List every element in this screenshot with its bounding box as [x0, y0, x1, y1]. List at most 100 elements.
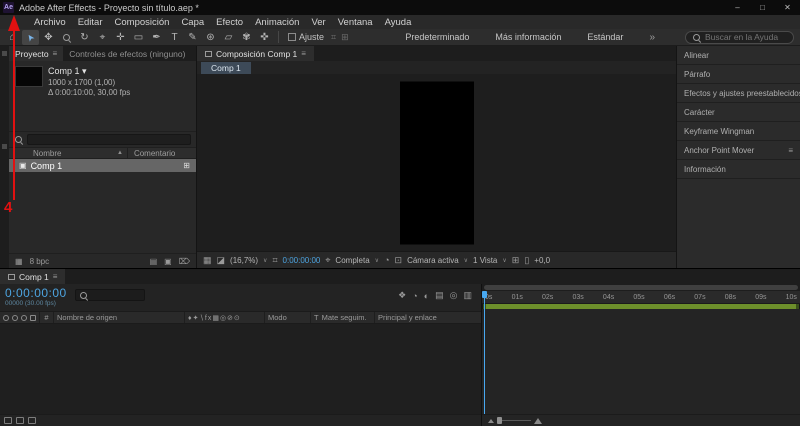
chevron-down-icon[interactable]: ▾	[82, 66, 87, 76]
fast-previews-icon[interactable]: ◔	[384, 255, 389, 265]
audio-icon[interactable]	[12, 314, 18, 321]
expand-transfer-controls-button[interactable]	[16, 417, 24, 424]
minimize-button[interactable]: –	[725, 0, 750, 15]
panel-caracter[interactable]: Carácter	[677, 103, 800, 122]
tab-composicion-comp1[interactable]: Composición Comp 1 ≡	[197, 46, 314, 61]
panel-efectos-y-ajustes[interactable]: Efectos y ajustes preestablecidos	[677, 84, 800, 103]
hand-tool-icon[interactable]: ✥	[40, 30, 57, 45]
expand-in-out-button[interactable]	[28, 417, 36, 424]
shape-tool-icon[interactable]: ▭	[130, 30, 147, 45]
menu-composicion[interactable]: Composición	[109, 17, 176, 28]
menu-efecto[interactable]: Efecto	[210, 17, 249, 28]
grid-guides-icon[interactable]: ⊞	[512, 255, 520, 266]
workspace-predeterminado[interactable]: Predeterminado	[405, 32, 469, 42]
menu-ayuda[interactable]: Ayuda	[379, 17, 418, 28]
menu-animacion[interactable]: Animación	[249, 17, 305, 28]
interpret-footage-icon[interactable]: ▦	[15, 257, 23, 266]
type-tool-icon[interactable]: T	[166, 30, 183, 45]
snap-checkbox[interactable]	[288, 33, 296, 41]
mini-flowchart-icon[interactable]: ❖	[398, 290, 406, 301]
brush-tool-icon[interactable]: ✎	[184, 30, 201, 45]
new-composition-icon[interactable]: ▣	[164, 257, 172, 266]
selection-tool-icon[interactable]: ➤	[22, 29, 39, 45]
chevron-down-icon[interactable]: ∨	[502, 257, 506, 264]
chevron-down-icon[interactable]: ∨	[375, 257, 379, 264]
solo-icon[interactable]	[21, 314, 27, 321]
column-mode[interactable]: Modo	[265, 312, 311, 323]
draft-3d-icon[interactable]: ◔	[412, 291, 417, 301]
timeline-tab-comp1[interactable]: Comp 1 ≡	[0, 269, 66, 284]
maximize-button[interactable]: □	[750, 0, 775, 15]
panel-menu-icon[interactable]: ≡	[53, 49, 58, 58]
project-color-depth[interactable]: 8 bpc	[30, 257, 50, 266]
zoom-level[interactable]: (16,7%)	[230, 256, 258, 265]
active-camera-select[interactable]: Cámara activa	[407, 256, 459, 265]
pixel-aspect-icon[interactable]: ▯	[524, 255, 529, 266]
graph-editor-icon[interactable]: ▥	[463, 290, 472, 301]
new-folder-icon[interactable]: ▤	[150, 257, 158, 266]
current-timecode[interactable]: 0:00:00:00	[5, 286, 67, 300]
workspace-estandar[interactable]: Estándar	[587, 32, 623, 42]
dock-tab-icon[interactable]	[2, 144, 7, 149]
panel-menu-icon[interactable]: ≡	[53, 272, 58, 281]
composition-viewport[interactable]	[197, 74, 676, 251]
panel-keyframe-wingman[interactable]: Keyframe Wingman	[677, 122, 800, 141]
zoom-out-icon[interactable]	[488, 418, 494, 423]
motion-blur-icon[interactable]: ◎	[450, 290, 458, 301]
exposure-value[interactable]: +0,0	[534, 256, 550, 265]
column-source-name[interactable]: Nombre de origen	[54, 312, 185, 323]
time-navigator[interactable]	[482, 284, 800, 291]
preview-item-name[interactable]: Comp 1 ▾	[48, 66, 130, 77]
time-ruler[interactable]: 0s 01s 02s 03s 04s 05s 06s 07s 08s 09s 1…	[482, 291, 800, 304]
transparency-grid-icon[interactable]: ▦	[203, 255, 212, 266]
menu-capa[interactable]: Capa	[175, 17, 210, 28]
snap-toggle[interactable]: Ajuste	[288, 32, 324, 42]
lock-icon[interactable]	[30, 314, 36, 321]
current-time-display[interactable]: 0:00:00:00	[283, 256, 321, 265]
zoom-in-icon[interactable]	[534, 417, 542, 424]
project-search-input[interactable]	[27, 134, 191, 145]
sort-arrow-icon[interactable]: ▲	[117, 150, 123, 156]
workspace-mas-informacion[interactable]: Más información	[495, 32, 561, 42]
time-navigator-bar[interactable]	[484, 285, 798, 290]
panel-menu-icon[interactable]: ≡	[301, 49, 306, 58]
region-of-interest-icon[interactable]: ⊡	[395, 255, 403, 266]
zoom-tool-icon[interactable]	[58, 30, 75, 45]
help-search-box[interactable]	[685, 30, 794, 44]
panel-menu-icon[interactable]: ≡	[788, 146, 793, 155]
close-button[interactable]: ✕	[775, 0, 800, 15]
menu-editar[interactable]: Editar	[72, 17, 109, 28]
delete-icon[interactable]: ⌦	[179, 257, 190, 266]
column-parent-link[interactable]: Principal y enlace	[375, 312, 481, 323]
resolution-select[interactable]: Completa	[335, 256, 369, 265]
column-layer-number[interactable]: #	[40, 312, 54, 323]
eraser-tool-icon[interactable]: ▱	[220, 30, 237, 45]
pan-behind-tool-icon[interactable]: ✛	[112, 30, 129, 45]
home-tool-icon[interactable]: ⌂	[4, 30, 21, 45]
tab-controles-de-efectos[interactable]: Controles de efectos (ninguno)	[63, 46, 191, 61]
orbit-camera-tool-icon[interactable]: ↻	[76, 30, 93, 45]
clone-stamp-tool-icon[interactable]: ⊛	[202, 30, 219, 45]
view-layout-select[interactable]: 1 Vista	[473, 256, 497, 265]
frame-blending-icon[interactable]: ▤	[435, 290, 444, 301]
camera-tool-icon[interactable]: ⌖	[94, 30, 111, 45]
ruler-grid-icon[interactable]: ⌗	[272, 255, 277, 266]
chevron-down-icon[interactable]: ∨	[263, 257, 267, 264]
camera-snapshot-icon[interactable]: ⌖	[325, 255, 330, 266]
snapshot-icon[interactable]: ◪	[217, 255, 226, 266]
current-time-indicator[interactable]	[484, 291, 485, 414]
column-comentario[interactable]: Comentario	[134, 149, 175, 158]
project-item-comp1[interactable]: ▣ Comp 1 ⊞	[9, 159, 196, 172]
column-divider[interactable]	[126, 148, 128, 158]
composition-settings-icon[interactable]: ⊞	[183, 161, 190, 170]
composition-canvas[interactable]	[399, 81, 474, 244]
blend-options-icon[interactable]: ⊞	[339, 32, 351, 43]
panel-alinear[interactable]: Alinear	[677, 46, 800, 65]
timeline-zoom-slider[interactable]	[497, 417, 531, 424]
layer-switches-icons[interactable]: ♦✦∖fx▦◎⊘⊙	[185, 312, 265, 323]
column-nombre[interactable]: Nombre	[33, 149, 117, 158]
help-search-input[interactable]	[705, 32, 787, 42]
roto-brush-tool-icon[interactable]: ✾	[238, 30, 255, 45]
mask-options-icon[interactable]: ⌗	[329, 32, 338, 43]
menu-ventana[interactable]: Ventana	[332, 17, 379, 28]
